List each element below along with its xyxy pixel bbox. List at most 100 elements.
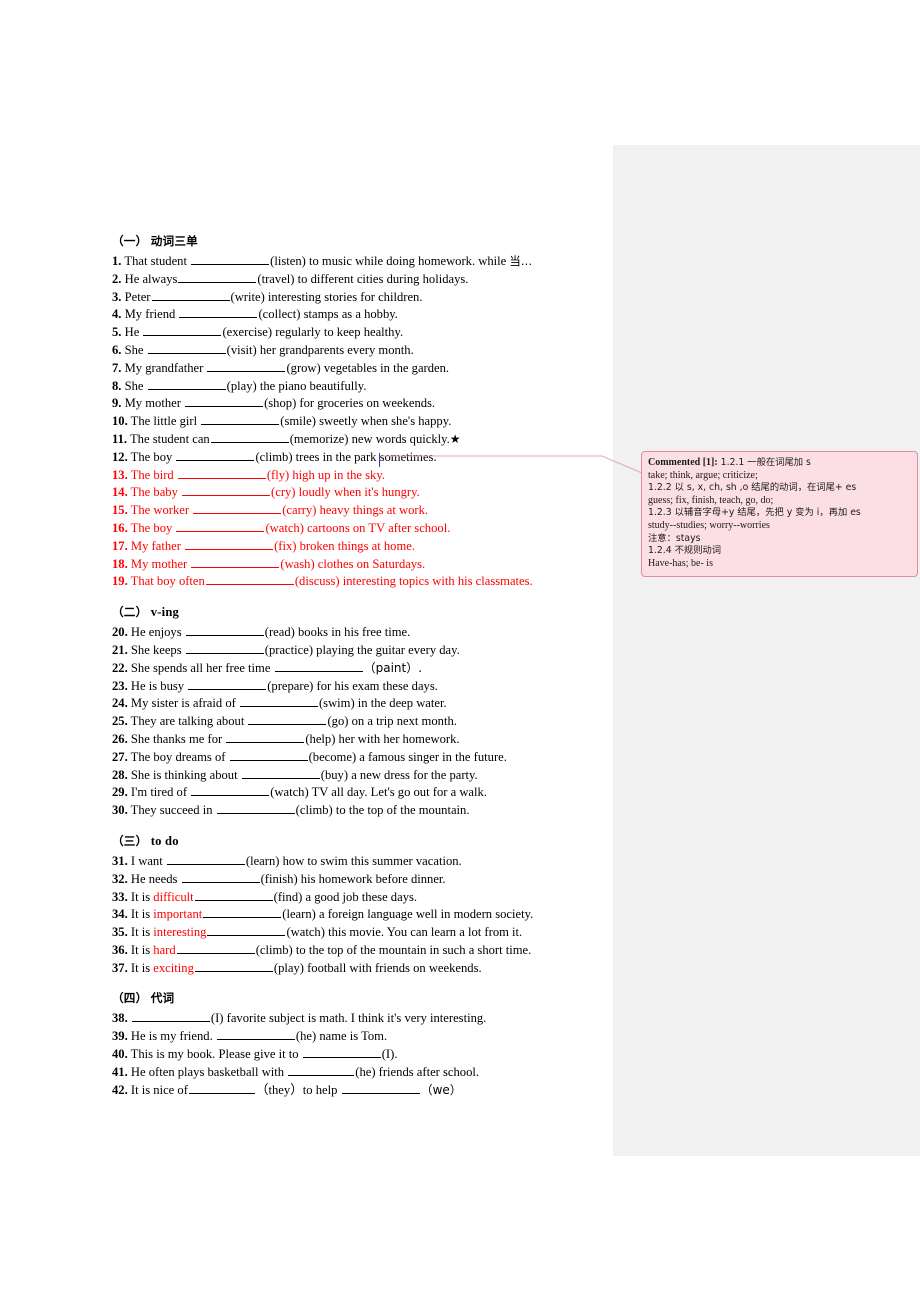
- question-text-before-blank: It is nice of: [130, 1082, 188, 1097]
- question-text-before-blank: This is my book. Please give it to: [130, 1047, 302, 1062]
- answer-blank[interactable]: [178, 270, 257, 283]
- answer-blank[interactable]: [193, 501, 282, 515]
- question-text-before-blank: The boy: [130, 520, 176, 535]
- answer-blank[interactable]: [302, 1045, 381, 1059]
- answer-blank[interactable]: [191, 783, 270, 797]
- question-number: 18.: [112, 556, 128, 571]
- answer-blank[interactable]: [210, 430, 289, 443]
- answer-blank[interactable]: [203, 905, 282, 919]
- answer-blank[interactable]: [226, 730, 305, 743]
- question-number: 41.: [112, 1064, 128, 1079]
- answer-blank[interactable]: [182, 483, 271, 497]
- question-number: 33.: [112, 889, 128, 904]
- section-heading-4: （四） 代词: [112, 989, 604, 1008]
- question-text-before-blank: My father: [130, 538, 185, 553]
- question-number: 37.: [112, 960, 128, 975]
- question-item: 13. The bird (fly) high up in the sky.: [112, 466, 604, 484]
- answer-blank[interactable]: [176, 941, 255, 954]
- answer-blank[interactable]: [147, 341, 226, 354]
- question-number: 34.: [112, 907, 128, 922]
- question-text-before-blank: She: [124, 342, 147, 357]
- answer-blank[interactable]: [185, 537, 274, 550]
- answer-blank[interactable]: [131, 1009, 210, 1023]
- question-text-before-blank: They are talking about: [130, 714, 248, 729]
- question-item: 33. It is difficult (find) a good job the…: [112, 888, 604, 906]
- comment-balloon[interactable]: Commented [1]: 1.2.1 一般在词尾加 s take; think…: [641, 451, 918, 578]
- question-text-after-blank: (climb) to the top of the mountain in su…: [255, 942, 532, 957]
- answer-blank[interactable]: [176, 448, 255, 461]
- comment-first-line: Commented [1]: 1.2.1 一般在词尾加 s: [648, 457, 911, 470]
- answer-blank[interactable]: [185, 623, 264, 637]
- answer-blank[interactable]: [239, 694, 318, 708]
- question-text-before-blank: They succeed in: [130, 803, 216, 818]
- answer-blank[interactable]: [151, 288, 230, 301]
- answer-blank[interactable]: [166, 852, 245, 865]
- question-text-after-blank: (practice) playing the guitar every day.: [264, 642, 460, 657]
- answer-blank[interactable]: [188, 677, 267, 690]
- question-text-after-blank: （they）to help: [255, 1082, 338, 1097]
- answer-blank[interactable]: [176, 519, 265, 532]
- answer-blank[interactable]: [179, 305, 258, 319]
- question-text-after-blank: (buy) a new dress for the party.: [320, 767, 478, 782]
- answer-blank[interactable]: [205, 572, 294, 586]
- question-text-after-blank: (exercise) regularly to keep healthy.: [222, 325, 404, 340]
- answer-blank[interactable]: [194, 888, 273, 901]
- question-text-after-blank: (help) her with her homework.: [305, 731, 460, 746]
- question-item: 9. My mother (shop) for groceries on wee…: [112, 394, 604, 412]
- question-text-before-blank: The boy: [130, 449, 176, 464]
- question-item: 40. This is my book. Please give it to (…: [112, 1045, 604, 1063]
- question-item: 32. He needs (finish) his homework befor…: [112, 870, 604, 888]
- answer-blank-secondary[interactable]: [341, 1081, 420, 1094]
- comment-line-text: 1.2.1 一般在词尾加 s: [720, 457, 811, 468]
- question-number: 19.: [112, 574, 128, 589]
- highlighted-adjective: interesting: [153, 925, 207, 940]
- question-item: 36. It is hard (climb) to the top of the …: [112, 941, 604, 959]
- question-text-before-blank: The student can: [129, 431, 210, 446]
- question-text-after-blank: (write) interesting stories for children…: [230, 289, 423, 304]
- question-number: 8.: [112, 378, 122, 393]
- question-number: 5.: [112, 325, 122, 340]
- question-number: 24.: [112, 696, 128, 711]
- question-number: 39.: [112, 1029, 128, 1044]
- answer-blank[interactable]: [288, 1063, 355, 1076]
- answer-blank[interactable]: [241, 766, 320, 779]
- answer-blank[interactable]: [147, 377, 226, 390]
- question-text-after-blank: (play) the piano beautifully.: [226, 378, 367, 393]
- answer-blank[interactable]: [248, 712, 327, 726]
- answer-blank[interactable]: [216, 1027, 295, 1041]
- section-heading-label: 代词: [150, 991, 175, 1006]
- answer-blank[interactable]: [181, 870, 260, 883]
- answer-blank[interactable]: [191, 555, 280, 568]
- question-text-before-blank: The little girl: [130, 414, 201, 429]
- answer-blank[interactable]: [201, 412, 280, 426]
- question-number: 11.: [112, 431, 128, 446]
- answer-blank[interactable]: [207, 923, 286, 937]
- answer-blank[interactable]: [229, 748, 308, 761]
- question-text-before-blank: My grandfather: [124, 360, 207, 375]
- question-number: 21.: [112, 642, 128, 657]
- answer-blank[interactable]: [185, 641, 264, 654]
- answer-blank[interactable]: [191, 252, 270, 265]
- answer-blank[interactable]: [143, 323, 222, 337]
- question-number: 32.: [112, 871, 128, 886]
- answer-blank[interactable]: [185, 394, 264, 408]
- question-item: 17. My father (fix) broken things at hom…: [112, 537, 604, 555]
- comment-line: Have-has; be- is: [648, 557, 713, 569]
- question-text-after-blank: (swim) in the deep water.: [318, 696, 447, 711]
- question-number: 17.: [112, 538, 128, 553]
- answer-blank[interactable]: [194, 959, 273, 972]
- question-item: 25. They are talking about (go) on a tri…: [112, 712, 604, 730]
- answer-blank[interactable]: [177, 466, 266, 479]
- answer-blank[interactable]: [274, 659, 363, 672]
- question-item: 20. He enjoys (read) books in his free t…: [112, 623, 604, 641]
- answer-blank[interactable]: [216, 801, 295, 815]
- answer-blank[interactable]: [207, 359, 286, 372]
- question-number: 9.: [112, 396, 122, 411]
- comments-pane: [613, 145, 920, 1156]
- question-text-after-blank: (I) favorite subject is math. I think it…: [210, 1011, 487, 1026]
- question-number: 13.: [112, 467, 128, 482]
- question-item: 24. My sister is afraid of (swim) in the…: [112, 694, 604, 712]
- question-number: 12.: [112, 449, 128, 464]
- answer-blank[interactable]: [188, 1081, 255, 1094]
- question-text-before-blank: My sister is afraid of: [130, 696, 239, 711]
